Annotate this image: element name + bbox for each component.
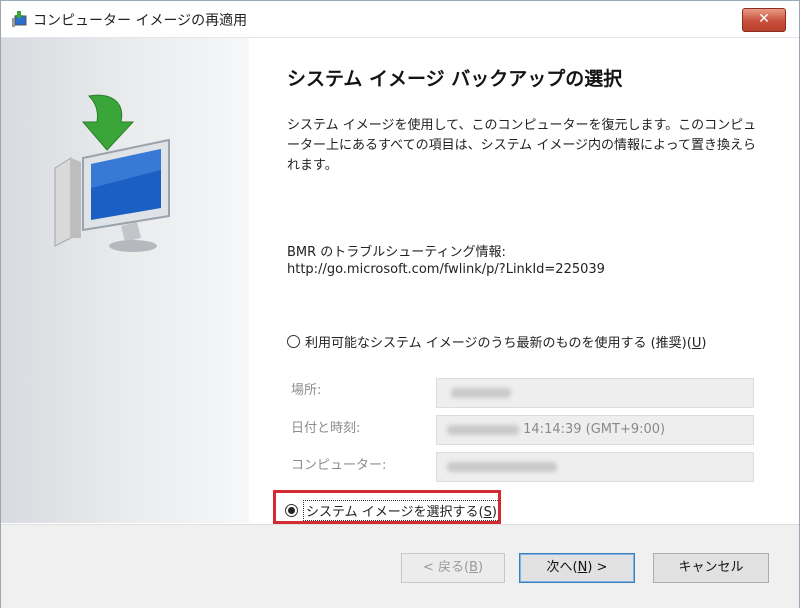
computer-field bbox=[436, 452, 754, 482]
close-icon: ✕ bbox=[758, 11, 770, 27]
restore-dialog: コンピューター イメージの再適用 ✕ システム イメージ バックアップの選択 シ… bbox=[0, 0, 800, 608]
datetime-field: 14:14:39 (GMT+9:00) bbox=[436, 415, 754, 445]
window-title: コンピューター イメージの再適用 bbox=[33, 13, 248, 29]
title-bar: コンピューター イメージの再適用 ✕ bbox=[1, 1, 799, 38]
cancel-button[interactable]: キャンセル bbox=[653, 553, 769, 583]
left-banner bbox=[1, 38, 249, 523]
button-bar: < 戻る(B) 次へ(N) > キャンセル bbox=[1, 524, 799, 608]
restore-app-icon bbox=[12, 11, 27, 27]
datetime-value: 14:14:39 (GMT+9:00) bbox=[523, 422, 666, 437]
next-button[interactable]: 次へ(N) > bbox=[519, 553, 635, 583]
radio-use-latest-label: 利用可能なシステム イメージのうち最新のものを使用する (推奨)(U) bbox=[305, 336, 707, 351]
date-value-obscured bbox=[447, 424, 519, 435]
close-button[interactable]: ✕ bbox=[742, 8, 786, 32]
location-field bbox=[436, 378, 754, 408]
restore-computer-icon bbox=[54, 94, 170, 252]
back-button[interactable]: < 戻る(B) bbox=[401, 553, 505, 583]
computer-label: コンピューター: bbox=[291, 458, 387, 473]
page-title: システム イメージ バックアップの選択 bbox=[287, 68, 623, 90]
computer-value-obscured bbox=[447, 461, 557, 472]
location-value-obscured bbox=[451, 387, 511, 398]
datetime-label: 日付と時刻: bbox=[291, 421, 361, 436]
radio-use-latest-indicator[interactable] bbox=[287, 335, 300, 348]
bmr-info-url: http://go.microsoft.com/fwlink/p/?LinkId… bbox=[287, 262, 605, 277]
main-content: システム イメージ バックアップの選択 システム イメージを使用して、このコンピ… bbox=[249, 38, 799, 523]
radio-use-latest[interactable]: 利用可能なシステム イメージのうち最新のものを使用する (推奨)(U) bbox=[287, 332, 706, 351]
highlight-annotation bbox=[273, 490, 501, 524]
location-label: 場所: bbox=[291, 383, 322, 398]
description-text: システム イメージを使用して、このコンピューターを復元します。このコンピューター… bbox=[287, 118, 757, 173]
bmr-info-label: BMR のトラブルシューティング情報: bbox=[287, 245, 506, 260]
